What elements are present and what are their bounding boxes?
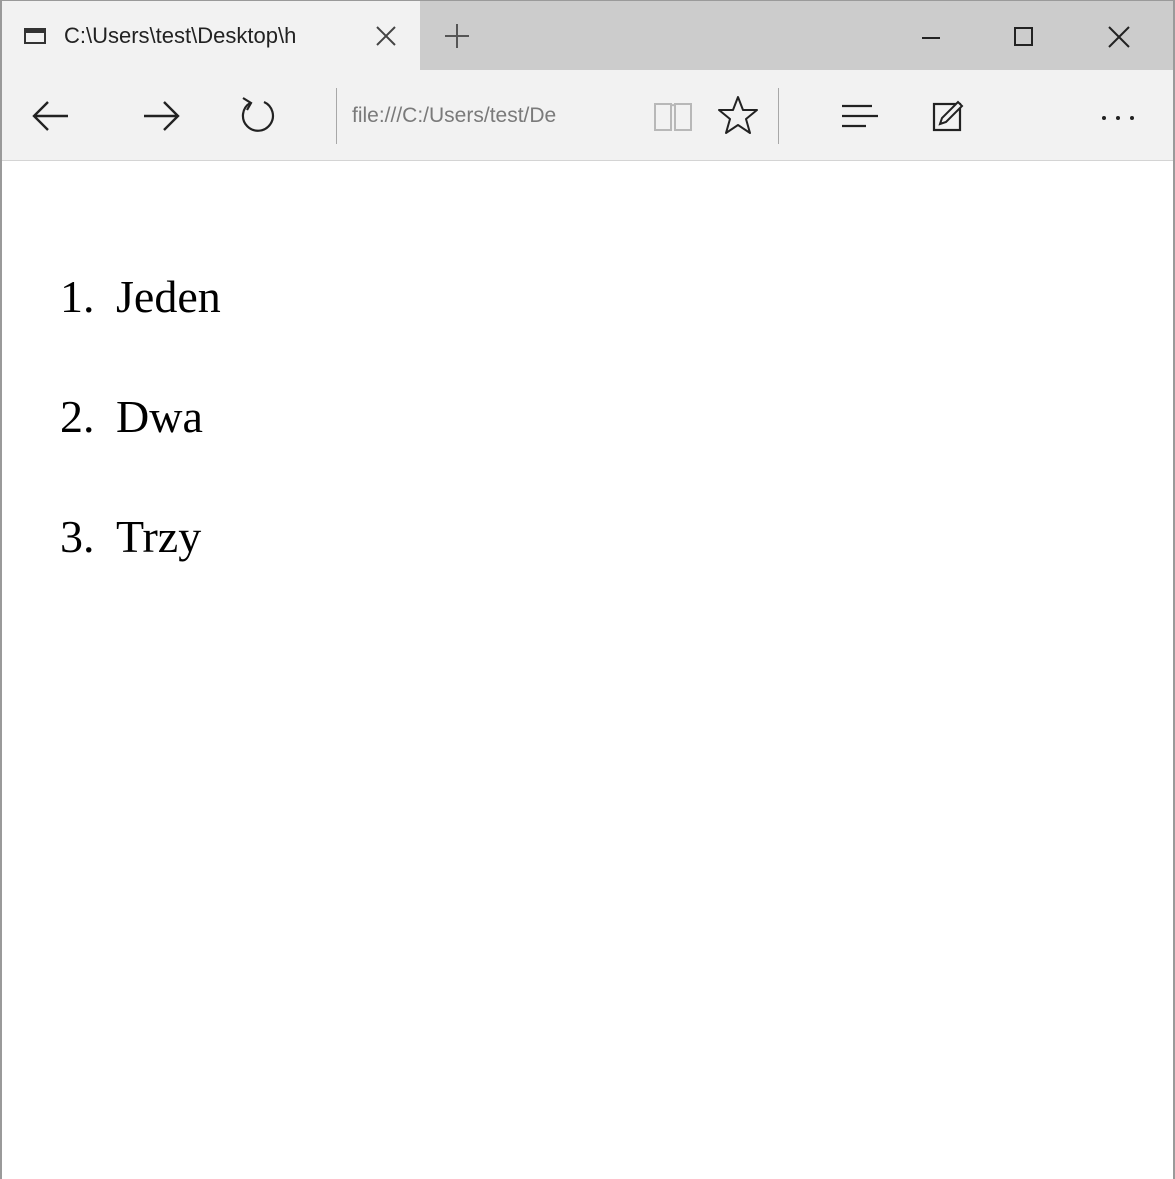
star-icon: [718, 96, 758, 134]
page-icon: [24, 28, 46, 44]
browser-window: C:\Users\test\Desktop\h file:///C:/Users…: [0, 0, 1175, 1179]
separator: [778, 88, 779, 144]
minimize-button[interactable]: [902, 1, 960, 70]
active-tab[interactable]: C:\Users\test\Desktop\h: [2, 1, 420, 70]
close-icon: [1108, 26, 1130, 48]
list-item-text: Trzy: [116, 511, 202, 562]
reading-view-button[interactable]: [645, 88, 701, 144]
ellipsis-icon: [1102, 116, 1134, 120]
list-item-text: Dwa: [116, 391, 203, 442]
separator: [336, 88, 337, 144]
list-item-number: 1.: [60, 271, 95, 322]
more-button[interactable]: [1090, 88, 1146, 144]
tab-bar: C:\Users\test\Desktop\h: [2, 1, 1173, 70]
web-note-button[interactable]: [920, 88, 976, 144]
address-bar[interactable]: file:///C:/Users/test/De: [352, 88, 642, 144]
ordered-list: 1. Jeden 2. Dwa 3. Trzy: [60, 271, 221, 631]
close-icon: [376, 26, 396, 46]
arrow-right-icon: [144, 101, 180, 131]
new-tab-button[interactable]: [439, 18, 475, 54]
maximize-icon: [1014, 27, 1033, 46]
maximize-button[interactable]: [994, 1, 1052, 70]
list-item-text: Jeden: [116, 271, 221, 322]
toolbar: file:///C:/Users/test/De: [2, 70, 1173, 161]
list-item: 1. Jeden: [60, 271, 221, 391]
list-item: 2. Dwa: [60, 391, 221, 511]
refresh-icon: [241, 97, 274, 132]
list-item-number: 3.: [60, 511, 95, 562]
favorite-button[interactable]: [710, 88, 766, 144]
list-item: 3. Trzy: [60, 511, 221, 631]
window-close-button[interactable]: [1090, 1, 1148, 70]
book-icon: [654, 103, 692, 131]
back-button[interactable]: [24, 88, 80, 144]
list-item-number: 2.: [60, 391, 95, 442]
hub-lines-icon: [842, 104, 878, 128]
hub-button[interactable]: [832, 88, 888, 144]
tab-close-button[interactable]: [370, 18, 402, 54]
tab-title[interactable]: C:\Users\test\Desktop\h: [64, 1, 354, 70]
forward-button[interactable]: [132, 88, 188, 144]
page-content: 1. Jeden 2. Dwa 3. Trzy: [2, 161, 1173, 1179]
pen-note-icon: [932, 100, 964, 132]
minimize-icon: [922, 37, 940, 39]
plus-icon: [445, 24, 469, 48]
arrow-left-icon: [32, 101, 68, 131]
refresh-button[interactable]: [230, 88, 286, 144]
